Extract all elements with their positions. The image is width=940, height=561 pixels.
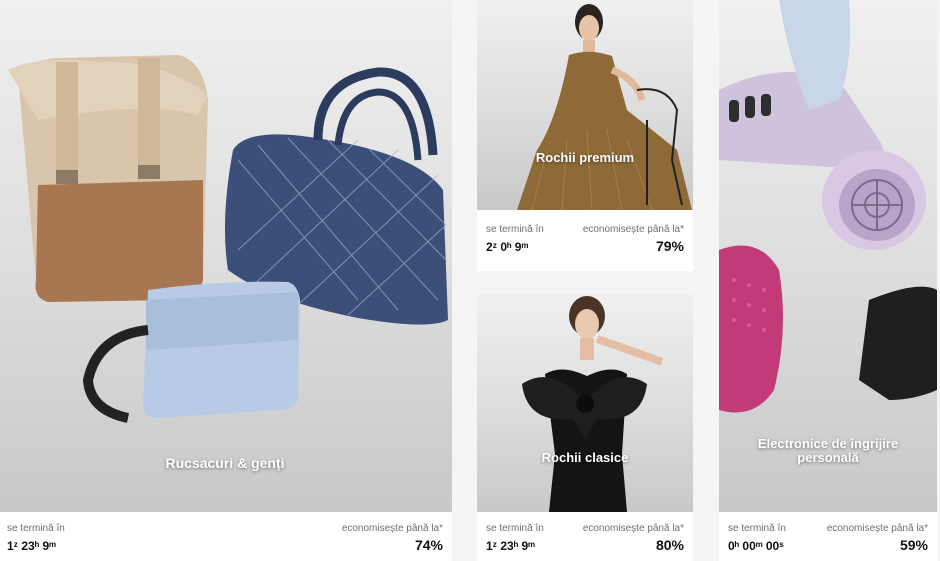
crossbody-bag-illustration xyxy=(82,281,300,423)
countdown-timer: 2ᶻ 0ʰ 9ᵐ xyxy=(486,240,529,254)
card-footer: se termină în economisește până la* 2ᶻ 0… xyxy=(477,210,693,271)
bags-image: Rucsacuri & genți xyxy=(0,0,452,512)
premium-dresses-image: Rochii premium xyxy=(477,0,693,210)
discount-percent: 79% xyxy=(655,238,684,254)
model-illustration xyxy=(522,296,664,512)
save-up-to-label: economisește până la* xyxy=(341,523,443,534)
card-footer: se termină în economisește până la* 1ᶻ 2… xyxy=(0,512,452,561)
card-title: Rochii clasice xyxy=(541,450,629,465)
hair-dryer-illustration xyxy=(719,0,926,250)
card-footer: se termină în economisește până la* 1ᶻ 2… xyxy=(477,512,693,561)
save-up-to-label: economisește până la* xyxy=(582,523,684,534)
card-title: Rucsacuri & genți xyxy=(165,455,285,471)
card-title: Electronice de îngrijire personală xyxy=(757,436,899,465)
deal-card-premium-dresses[interactable]: Rochii premium se termină în economiseșt… xyxy=(477,0,693,271)
save-up-to-label: economisește până la* xyxy=(826,523,928,534)
deal-card-personal-care-electronics[interactable]: Electronice de îngrijire personală se te… xyxy=(719,0,937,561)
discount-percent: 59% xyxy=(899,537,928,553)
discount-percent: 80% xyxy=(655,537,684,553)
nozzle-illustration xyxy=(859,286,937,400)
ends-in-label: se termină în xyxy=(486,224,544,235)
card-footer: se termină în economisește până la* 0ʰ 0… xyxy=(719,512,937,561)
countdown-timer: 0ʰ 00ᵐ 00ˢ xyxy=(728,539,784,553)
deal-card-bags[interactable]: Rucsacuri & genți se termină în economis… xyxy=(0,0,452,561)
backpack-illustration xyxy=(8,55,208,302)
discount-percent: 74% xyxy=(414,537,443,553)
classic-dresses-image: Rochii clasice xyxy=(477,294,693,512)
countdown-timer: 1ᶻ 23ʰ 9ᵐ xyxy=(486,539,535,553)
ends-in-label: se termină în xyxy=(7,523,65,534)
face-brush-illustration xyxy=(719,245,783,413)
countdown-timer: 1ᶻ 23ʰ 9ᵐ xyxy=(7,539,56,553)
ends-in-label: se termină în xyxy=(728,523,786,534)
deal-card-classic-dresses[interactable]: Rochii clasice se termină în economiseșt… xyxy=(477,294,693,561)
save-up-to-label: economisește până la* xyxy=(582,224,684,235)
ends-in-label: se termină în xyxy=(486,523,544,534)
personal-care-image: Electronice de îngrijire personală xyxy=(719,0,937,512)
card-title: Rochii premium xyxy=(535,150,635,165)
model-illustration xyxy=(517,4,692,210)
